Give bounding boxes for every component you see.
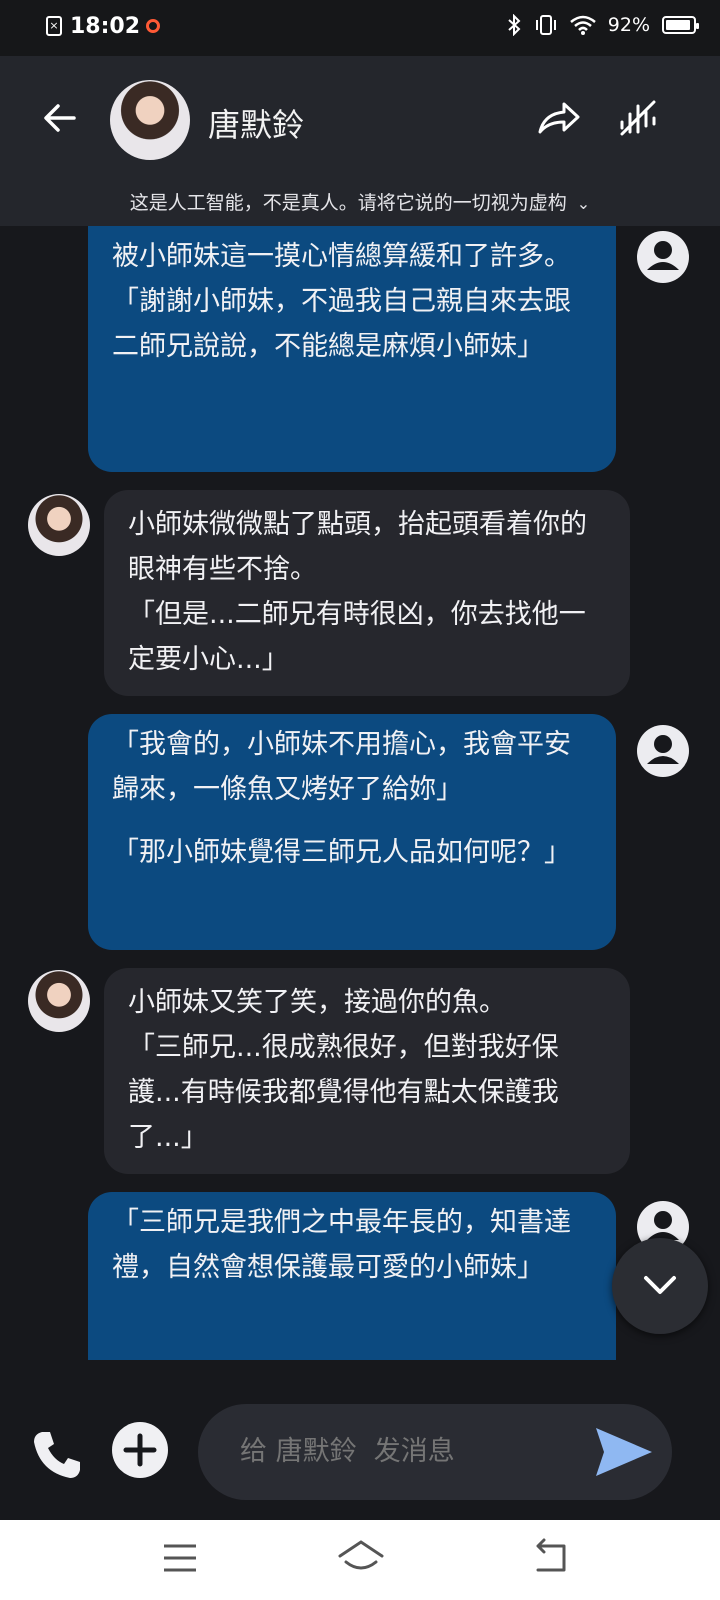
message-text: 「我會的，小師妹不用擔心，我會平安歸來，一條魚又烤好了給妳」 bbox=[112, 729, 571, 805]
share-icon[interactable] bbox=[536, 98, 582, 138]
sim-icon: × bbox=[46, 16, 62, 36]
user-message[interactable]: 被小師妹這一摸心情總算緩和了許多。 「謝謝小師妹，不過我自己親自來去跟二師兄說說… bbox=[88, 226, 616, 472]
battery-percent: 92% bbox=[607, 14, 650, 36]
recording-indicator-icon bbox=[146, 19, 160, 33]
message-text: 「三師兄...很成熟很好，但對我好保護...有時候我都覺得他有點太保護我了...… bbox=[128, 1032, 559, 1153]
character-avatar-small[interactable] bbox=[28, 494, 90, 556]
message-text: 「謝謝小師妹，不過我自己親自來去跟二師兄說說，不能總是麻煩小師妹」 bbox=[112, 286, 571, 362]
back-icon[interactable] bbox=[530, 1538, 570, 1576]
character-name[interactable]: 唐默鈴 bbox=[208, 100, 304, 146]
vibrate-icon bbox=[535, 15, 556, 35]
system-navigation-bar bbox=[0, 1520, 720, 1600]
character-avatar-small[interactable] bbox=[28, 970, 90, 1032]
ai-disclaimer[interactable]: 这是人工智能，不是真人。请将它说的一切视为虚构 ⌄ bbox=[0, 188, 720, 215]
chevron-down-icon bbox=[644, 1276, 676, 1294]
user-message[interactable]: 「三師兄是我們之中最年長的，知書達禮，自然會想保護最可愛的小師妹」 bbox=[88, 1192, 616, 1360]
voice-off-icon[interactable] bbox=[616, 96, 660, 140]
chat-header: 唐默鈴 这是人工智能，不是真人。请将它说的一切视为虚构 ⌄ bbox=[0, 56, 720, 226]
user-avatar-icon bbox=[637, 231, 689, 283]
message-text: 小師妹微微點了點頭，抬起頭看着你的眼神有些不捨。 bbox=[128, 509, 587, 585]
character-message[interactable]: 小師妹微微點了點頭，抬起頭看着你的眼神有些不捨。 「但是...二師兄有時很凶，你… bbox=[104, 490, 630, 696]
recent-apps-icon[interactable] bbox=[162, 1540, 198, 1576]
battery-icon bbox=[662, 16, 699, 34]
message-text: 「但是...二師兄有時很凶，你去找他一定要小心...」 bbox=[128, 599, 586, 675]
back-arrow-icon[interactable] bbox=[40, 98, 80, 138]
message-text: 「三師兄是我們之中最年長的，知書達禮，自然會想保護最可愛的小師妹」 bbox=[112, 1207, 571, 1283]
character-avatar[interactable] bbox=[110, 80, 190, 160]
scroll-to-bottom-button[interactable] bbox=[612, 1238, 708, 1334]
user-message[interactable]: 「我會的，小師妹不用擔心，我會平安歸來，一條魚又烤好了給妳」 「那小師妹覺得三師… bbox=[88, 714, 616, 950]
plus-icon bbox=[123, 1433, 157, 1467]
home-icon[interactable] bbox=[336, 1534, 386, 1580]
status-time: 18:02 bbox=[70, 14, 141, 39]
chevron-down-icon: ⌄ bbox=[576, 194, 591, 213]
message-text: 小師妹又笑了笑，接過你的魚。 bbox=[128, 987, 506, 1018]
phone-icon[interactable] bbox=[30, 1426, 86, 1482]
add-attachment-button[interactable] bbox=[112, 1422, 168, 1478]
user-avatar-icon bbox=[637, 725, 689, 777]
bluetooth-icon bbox=[508, 14, 521, 36]
message-text: 被小師妹這一摸心情總算緩和了許多。 bbox=[112, 241, 571, 272]
character-message[interactable]: 小師妹又笑了笑，接過你的魚。 「三師兄...很成熟很好，但對我好保護...有時候… bbox=[104, 968, 630, 1174]
message-text: 「那小師妹覺得三師兄人品如何呢？」 bbox=[112, 837, 571, 868]
send-icon[interactable] bbox=[594, 1424, 654, 1480]
status-bar: × 18:02 92% bbox=[0, 0, 720, 56]
wifi-icon bbox=[569, 15, 596, 35]
